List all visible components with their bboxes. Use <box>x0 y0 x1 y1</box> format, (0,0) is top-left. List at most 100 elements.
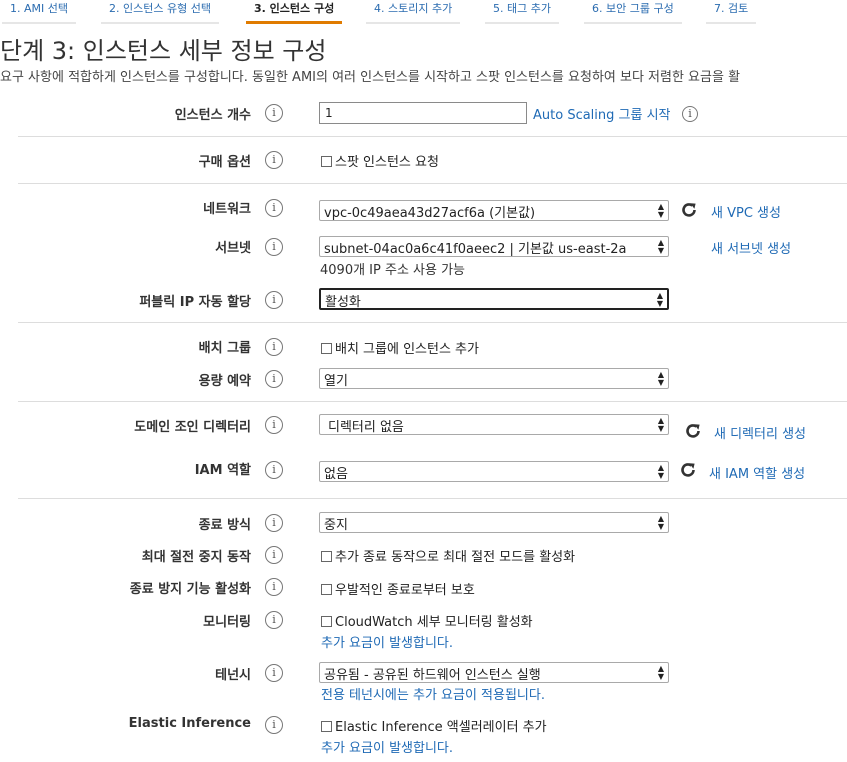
subnet-select[interactable]: subnet-04ac0a6c41f0aeec2 | 기본값 us-east-2… <box>319 236 669 257</box>
monitoring-checkbox[interactable]: CloudWatch 세부 모니터링 활성화 <box>321 611 533 630</box>
iam-role-value: 없음 <box>324 467 348 482</box>
termination-protection-checkbox[interactable]: 우발적인 종료로부터 보호 <box>321 579 475 598</box>
divider <box>18 183 847 184</box>
create-directory-link[interactable]: 새 디렉터리 생성 <box>714 423 806 442</box>
elastic-inference-checkbox[interactable]: Elastic Inference 액셀러레이터 추가 <box>321 716 547 735</box>
refresh-icon[interactable] <box>684 422 702 440</box>
tab-configure-instance[interactable]: 3. 인스턴스 구성 <box>246 0 343 24</box>
divider <box>18 136 847 137</box>
shutdown-behavior-value: 중지 <box>324 518 348 533</box>
select-arrows-icon: ▲ ▼ <box>656 291 664 308</box>
checkbox[interactable] <box>321 721 332 732</box>
tenancy-label: 테넌시 <box>215 668 251 683</box>
tab-add-storage[interactable]: 4. 스토리지 추가 <box>366 0 461 24</box>
create-iam-role-link[interactable]: 새 IAM 역할 생성 <box>709 463 805 482</box>
elastic-inference-charges-link[interactable]: 추가 요금이 발생합니다. <box>321 737 453 756</box>
tenancy-select[interactable]: 공유됨 - 공유된 하드웨어 인스턴스 실행 ▲ ▼ <box>319 662 669 683</box>
tenancy-value: 공유됨 - 공유된 하드웨어 인스턴스 실행 <box>324 668 541 683</box>
dedicated-tenancy-link[interactable]: 전용 테넌시에는 추가 요금이 적용됩니다. <box>321 684 545 703</box>
info-icon[interactable]: i <box>265 716 283 734</box>
refresh-icon[interactable] <box>680 201 698 219</box>
info-icon[interactable]: i <box>265 291 283 309</box>
info-icon[interactable]: i <box>265 104 283 122</box>
refresh-icon[interactable] <box>679 461 697 479</box>
subnet-ip-count: 4090개 IP 주소 사용 가능 <box>320 263 466 278</box>
termination-protection-checkbox-label: 우발적인 종료로부터 보호 <box>335 583 475 598</box>
placement-group-label: 배치 그룹 <box>198 341 251 356</box>
page-description: 요구 사항에 적합하게 인스턴스를 구성합니다. 동일한 AMI의 여러 인스턴… <box>0 70 741 85</box>
elastic-inference-checkbox-label: Elastic Inference 액셀러레이터 추가 <box>335 720 547 735</box>
info-icon[interactable]: i <box>265 238 283 256</box>
elastic-inference-label: Elastic Inference <box>128 716 251 731</box>
select-arrows-icon: ▲ ▼ <box>657 416 665 433</box>
tab-ami-select[interactable]: 1. AMI 선택 <box>2 0 76 24</box>
placement-group-checkbox[interactable]: 배치 그룹에 인스턴스 추가 <box>321 338 479 357</box>
instance-count-label: 인스턴스 개수 <box>174 108 251 123</box>
page-title: 단계 3: 인스턴스 세부 정보 구성 <box>0 37 327 65</box>
info-icon[interactable]: i <box>265 611 283 629</box>
info-icon[interactable]: i <box>265 514 283 532</box>
info-icon[interactable]: i <box>265 338 283 356</box>
tab-instance-type[interactable]: 2. 인스턴스 유형 선택 <box>101 0 219 24</box>
subnet-value: subnet-04ac0a6c41f0aeec2 | 기본값 us-east-2… <box>324 242 627 257</box>
divider <box>18 322 847 323</box>
stop-hibernate-checkbox[interactable]: 추가 종료 동작으로 최대 절전 모드를 활성화 <box>321 546 575 565</box>
info-icon[interactable]: i <box>265 151 283 169</box>
select-arrows-icon: ▲ ▼ <box>657 370 665 387</box>
stop-hibernate-checkbox-label: 추가 종료 동작으로 최대 절전 모드를 활성화 <box>335 550 576 565</box>
create-vpc-link[interactable]: 새 VPC 생성 <box>711 202 781 221</box>
auto-scaling-link[interactable]: Auto Scaling 그룹 시작 <box>533 104 671 123</box>
select-arrows-icon: ▲ ▼ <box>657 202 665 219</box>
stop-hibernate-label: 최대 절전 중지 동작 <box>141 550 251 565</box>
capacity-reservation-value: 열기 <box>324 374 348 389</box>
spot-request-label: 스팟 인스턴스 요청 <box>335 155 439 170</box>
shutdown-behavior-select[interactable]: 중지 ▲ ▼ <box>319 512 669 533</box>
select-arrows-icon: ▲ ▼ <box>657 664 665 681</box>
network-value: vpc-0c49aea43d27acf6a (기본값) <box>324 206 536 221</box>
capacity-reservation-select[interactable]: 열기 ▲ ▼ <box>319 368 669 389</box>
spot-request-checkbox[interactable]: 스팟 인스턴스 요청 <box>321 151 439 170</box>
shutdown-behavior-label: 종료 방식 <box>198 518 251 533</box>
divider <box>18 401 847 402</box>
info-icon[interactable]: i <box>265 461 283 479</box>
placement-group-checkbox-label: 배치 그룹에 인스턴스 추가 <box>335 342 479 357</box>
select-arrows-icon: ▲ ▼ <box>657 514 665 531</box>
checkbox[interactable] <box>321 156 332 167</box>
info-icon[interactable]: i <box>682 106 698 122</box>
domain-join-select[interactable]: 디렉터리 없음 ▲ ▼ <box>319 414 669 435</box>
iam-role-label: IAM 역할 <box>194 463 251 478</box>
public-ip-label: 퍼블릭 IP 자동 할당 <box>139 295 251 310</box>
domain-join-label: 도메인 조인 디렉터리 <box>134 420 251 435</box>
network-select[interactable]: vpc-0c49aea43d27acf6a (기본값) ▲ ▼ <box>319 200 669 221</box>
public-ip-select[interactable]: 활성화 ▲ ▼ <box>319 288 669 310</box>
domain-join-value: 디렉터리 없음 <box>328 420 404 435</box>
public-ip-value: 활성화 <box>325 295 361 310</box>
select-arrows-icon: ▲ ▼ <box>657 463 665 480</box>
select-arrows-icon: ▲ ▼ <box>657 238 665 255</box>
create-subnet-link[interactable]: 새 서브넷 생성 <box>711 238 791 257</box>
info-icon[interactable]: i <box>265 578 283 596</box>
capacity-reservation-label: 용량 예약 <box>198 374 251 389</box>
tab-review[interactable]: 7. 검토 <box>706 0 757 24</box>
tab-add-tags[interactable]: 5. 태그 추가 <box>485 0 559 24</box>
instance-count-input[interactable] <box>319 102 527 124</box>
monitoring-checkbox-label: CloudWatch 세부 모니터링 활성화 <box>335 615 533 630</box>
info-icon[interactable]: i <box>265 199 283 217</box>
checkbox[interactable] <box>321 616 332 627</box>
divider <box>18 498 847 499</box>
info-icon[interactable]: i <box>265 664 283 682</box>
tab-security-group[interactable]: 6. 보안 그룹 구성 <box>584 0 682 24</box>
termination-protection-label: 종료 방지 기능 활성화 <box>129 582 251 597</box>
subnet-label: 서브넷 <box>215 241 251 256</box>
info-icon[interactable]: i <box>265 370 283 388</box>
checkbox[interactable] <box>321 343 332 354</box>
iam-role-select[interactable]: 없음 ▲ ▼ <box>319 461 669 482</box>
checkbox[interactable] <box>321 584 332 595</box>
wizard-tabs: 1. AMI 선택 2. 인스턴스 유형 선택 3. 인스턴스 구성 4. 스토… <box>0 0 847 26</box>
network-label: 네트워크 <box>203 202 251 217</box>
purchase-option-label: 구매 옵션 <box>198 155 251 170</box>
info-icon[interactable]: i <box>265 546 283 564</box>
info-icon[interactable]: i <box>265 416 283 434</box>
monitoring-charges-link[interactable]: 추가 요금이 발생합니다. <box>321 632 453 651</box>
checkbox[interactable] <box>321 551 332 562</box>
